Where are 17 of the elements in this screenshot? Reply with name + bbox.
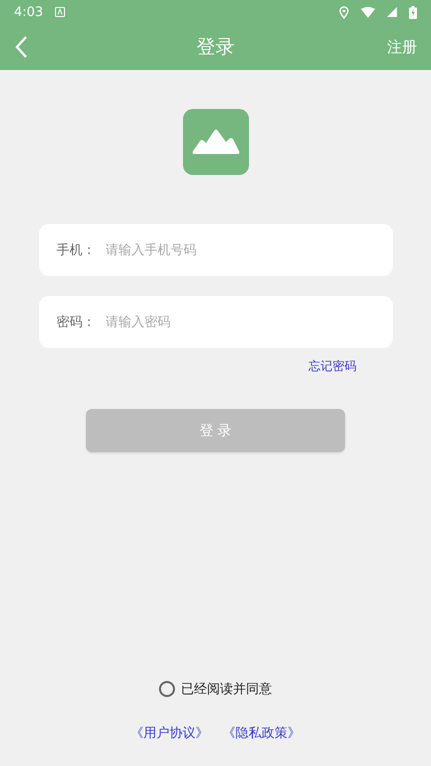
- field-label: 密码：: [56, 314, 96, 331]
- notification-icon: [55, 7, 66, 17]
- page-title: 登录: [196, 35, 234, 60]
- input-field[interactable]: 请输入密码: [106, 314, 374, 330]
- wifi-icon: [361, 6, 375, 18]
- agree-radio[interactable]: [159, 681, 175, 697]
- app-logo: [182, 109, 248, 175]
- agree-label: 已经阅读并同意: [181, 681, 272, 698]
- field-label: 手机：: [56, 242, 96, 259]
- policy-link[interactable]: 《隐私政策》: [222, 724, 300, 742]
- location-icon: [339, 6, 349, 18]
- forgot-password-link[interactable]: 忘记密码: [308, 358, 356, 375]
- policy-link[interactable]: 《用户协议》: [130, 724, 208, 742]
- status-time: 4:03: [14, 4, 44, 20]
- battery-icon: [409, 6, 417, 18]
- input-field[interactable]: 请输入手机号码: [106, 242, 374, 258]
- signal-icon: [387, 7, 397, 17]
